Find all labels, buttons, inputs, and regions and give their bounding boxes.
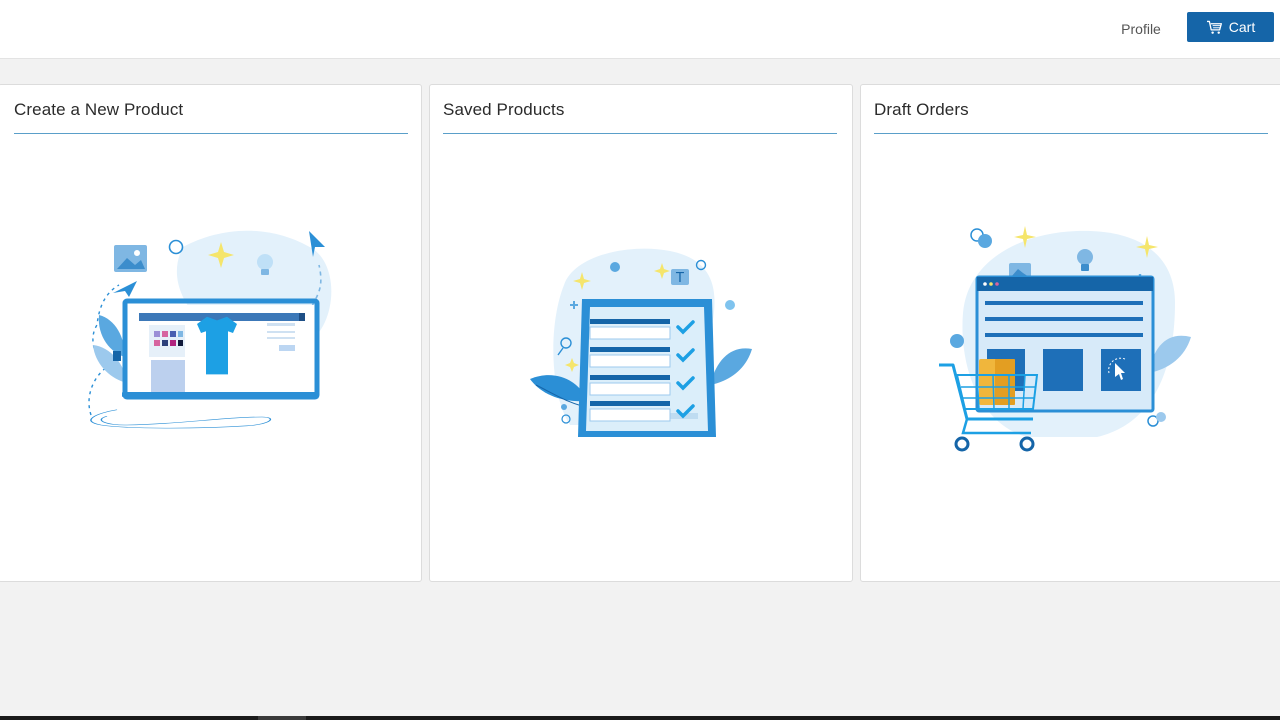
create-new-product-card[interactable]: Create a New Product <box>0 84 422 582</box>
saved-products-card[interactable]: Saved Products T <box>429 84 853 582</box>
draft-orders-card[interactable]: Draft Orders <box>860 84 1280 582</box>
bottom-edge-bar <box>0 716 1280 720</box>
profile-link[interactable]: Profile <box>1108 19 1174 39</box>
card-title: Create a New Product <box>14 100 184 119</box>
shopping-cart-webpage-illustration <box>939 226 1191 452</box>
svg-text:T: T <box>675 271 684 286</box>
bottom-edge-tab <box>258 716 306 720</box>
card-divider <box>443 133 837 134</box>
card-title: Draft Orders <box>874 100 969 119</box>
checklist-clipboard-illustration: T <box>530 248 752 437</box>
card-title: Saved Products <box>443 100 565 119</box>
cart-button-label: Cart <box>1228 19 1256 35</box>
top-navigation-bar: Profile Cart <box>0 0 1280 59</box>
monitor-tshirt-design-illustration <box>88 230 332 429</box>
cart-button[interactable]: Cart <box>1187 12 1274 42</box>
card-divider <box>14 133 408 134</box>
card-divider <box>874 133 1268 134</box>
shopping-cart-icon <box>1206 20 1222 34</box>
